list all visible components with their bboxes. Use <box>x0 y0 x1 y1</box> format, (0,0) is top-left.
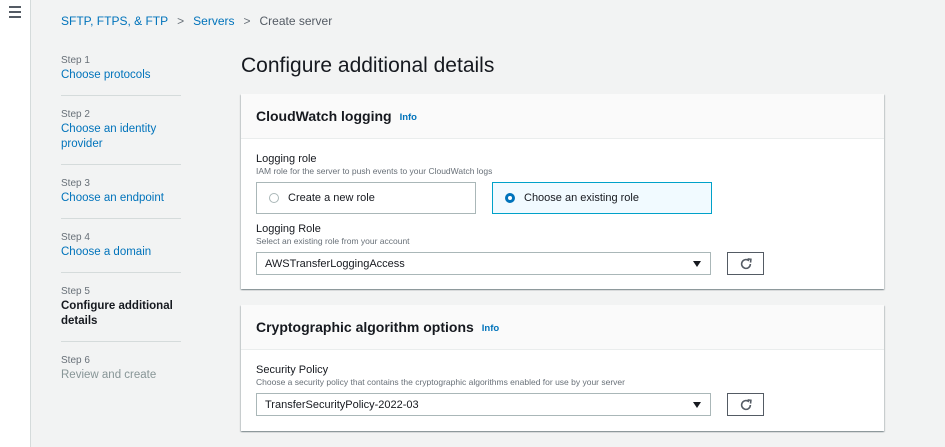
caret-down-icon <box>693 401 701 408</box>
breadcrumb-link-sftp[interactable]: SFTP, FTPS, & FTP <box>61 14 168 28</box>
refresh-policies-button[interactable] <box>727 393 764 416</box>
radio-unchecked-icon[interactable] <box>269 193 279 203</box>
side-navigation-rail <box>0 0 31 447</box>
panel-header: CloudWatch logging Info <box>241 94 884 139</box>
panel-body: Security Policy Choose a security policy… <box>241 350 884 416</box>
panel-title: CloudWatch logging <box>256 108 392 124</box>
panel-title: Cryptographic algorithm options <box>256 319 474 335</box>
refresh-roles-button[interactable] <box>727 252 764 275</box>
step-number: Step 1 <box>61 55 90 66</box>
breadcrumb-current: Create server <box>259 14 333 28</box>
wizard-step-2: Step 2 Choose an identity provider <box>61 108 181 165</box>
security-policy-select[interactable]: TransferSecurityPolicy-2022-03 <box>256 393 711 416</box>
logging-role-label: Logging role <box>256 153 317 165</box>
tile-label: Choose an existing role <box>524 192 639 204</box>
wizard-step-3: Step 3 Choose an endpoint <box>61 177 181 219</box>
tile-label: Create a new role <box>288 192 375 204</box>
choose-existing-role-tile[interactable]: Choose an existing role <box>492 182 712 214</box>
wizard-step-5: Step 5 Configure additional details <box>61 285 181 342</box>
info-link[interactable]: Info <box>482 323 499 334</box>
step-number: Step 2 <box>61 109 90 120</box>
hamburger-menu-icon[interactable] <box>9 6 21 18</box>
cryptographic-options-panel: Cryptographic algorithm options Info Sec… <box>241 305 884 431</box>
page-title: Configure additional details <box>241 54 495 77</box>
logging-role-options: Create a new role Choose an existing rol… <box>256 182 869 214</box>
step-link-choose-domain[interactable]: Choose a domain <box>61 245 181 260</box>
wizard-step-1: Step 1 Choose protocols <box>61 54 181 96</box>
step-disabled-review-create: Review and create <box>61 369 157 381</box>
logging-role-select-label: Logging Role <box>256 223 321 235</box>
radio-checked-icon[interactable] <box>505 193 515 203</box>
refresh-icon <box>740 398 752 410</box>
caret-down-icon <box>693 260 701 267</box>
select-value: AWSTransferLoggingAccess <box>265 257 405 270</box>
cloudwatch-logging-panel: CloudWatch logging Info Logging role IAM… <box>241 94 884 289</box>
wizard-steps: Step 1 Choose protocols Step 2 Choose an… <box>61 54 181 407</box>
step-number: Step 3 <box>61 178 90 189</box>
step-number: Step 5 <box>61 286 90 297</box>
create-new-role-tile[interactable]: Create a new role <box>256 182 476 214</box>
chevron-right-icon: > <box>243 14 251 28</box>
breadcrumb: SFTP, FTPS, & FTP > Servers > Create ser… <box>61 14 332 28</box>
wizard-step-4: Step 4 Choose a domain <box>61 231 181 273</box>
security-policy-description: Choose a security policy that contains t… <box>256 377 625 387</box>
step-link-choose-identity-provider[interactable]: Choose an identity provider <box>61 122 181 152</box>
security-policy-label: Security Policy <box>256 364 329 376</box>
refresh-icon <box>740 257 752 269</box>
select-value: TransferSecurityPolicy-2022-03 <box>265 398 419 411</box>
wizard-step-6: Step 6 Review and create <box>61 354 181 395</box>
step-link-choose-protocols[interactable]: Choose protocols <box>61 68 181 83</box>
step-number: Step 6 <box>61 355 90 366</box>
chevron-right-icon: > <box>177 14 185 28</box>
panel-body: Logging role IAM role for the server to … <box>241 139 884 275</box>
logging-role-select-description: Select an existing role from your accoun… <box>256 236 410 246</box>
panel-header: Cryptographic algorithm options Info <box>241 305 884 350</box>
logging-role-select[interactable]: AWSTransferLoggingAccess <box>256 252 711 275</box>
step-number: Step 4 <box>61 232 90 243</box>
step-current-configure-details: Configure additional details <box>61 300 173 327</box>
info-link[interactable]: Info <box>400 112 417 123</box>
breadcrumb-link-servers[interactable]: Servers <box>193 14 234 28</box>
step-link-choose-endpoint[interactable]: Choose an endpoint <box>61 191 181 206</box>
logging-role-description: IAM role for the server to push events t… <box>256 166 493 176</box>
